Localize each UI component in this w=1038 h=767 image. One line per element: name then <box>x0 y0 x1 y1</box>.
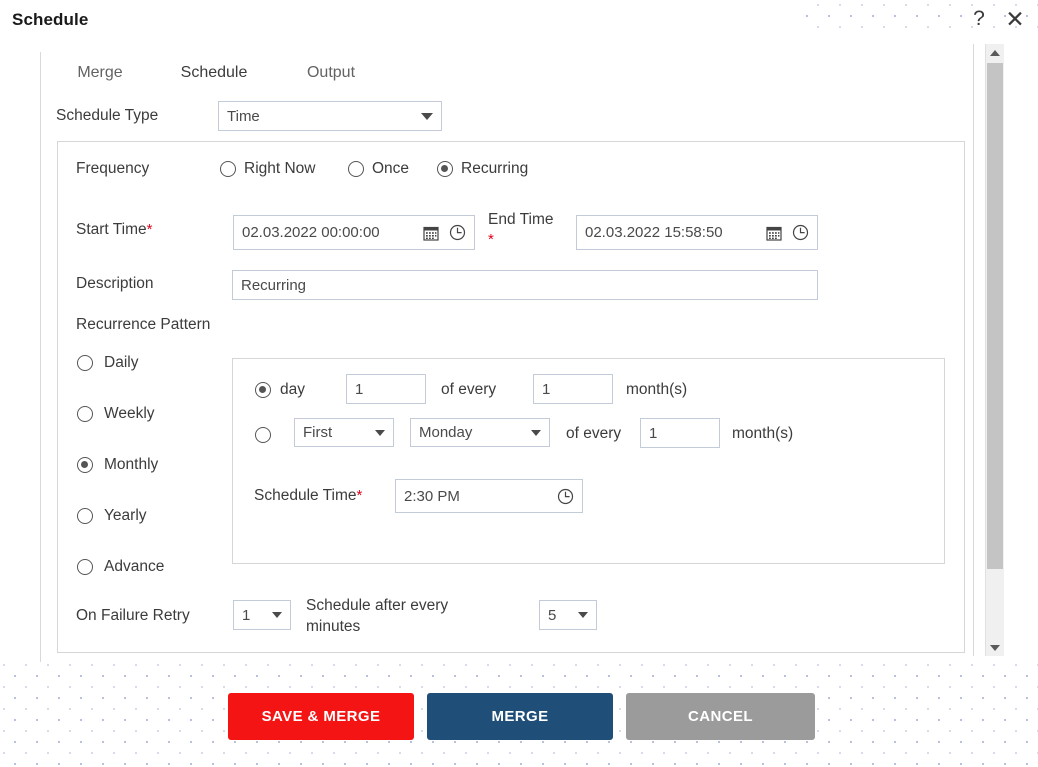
tab-merge[interactable]: Merge <box>56 53 144 93</box>
monthly-of-every-label-2: of every <box>566 425 622 442</box>
monthly-months-label-1: month(s) <box>626 381 688 398</box>
on-failure-retry-value: 1 <box>242 606 251 624</box>
radio-once-label: Once <box>372 160 410 177</box>
clock-icon[interactable] <box>449 224 466 241</box>
monthly-interval-value-1: 1 <box>542 380 551 398</box>
schedule-time-required-marker: * <box>356 487 363 504</box>
schedule-type-value: Time <box>227 107 260 125</box>
monthly-day-input[interactable]: 1 <box>346 374 426 404</box>
scroll-down-icon[interactable] <box>986 639 1004 656</box>
radio-daily-label: Daily <box>104 354 139 371</box>
schedule-time-label-text: Schedule Time <box>254 487 357 504</box>
start-time-required-marker: * <box>146 221 153 238</box>
help-icon[interactable]: ? <box>964 4 994 34</box>
monthly-weekday-select[interactable]: Monday <box>410 418 550 447</box>
start-time-input[interactable]: 02.03.2022 00:00:00 <box>233 215 475 250</box>
monthly-interval-input-1[interactable]: 1 <box>533 374 613 404</box>
schedule-after-every-label: Schedule after every minutes <box>306 597 449 635</box>
radio-recurring[interactable] <box>437 161 453 177</box>
schedule-type-select[interactable]: Time <box>218 101 442 131</box>
monthly-months-label-2: month(s) <box>732 425 794 442</box>
radio-advance[interactable] <box>77 559 93 575</box>
vertical-scrollbar[interactable] <box>985 44 1004 656</box>
page-title: Schedule <box>12 10 89 29</box>
save-and-merge-button[interactable]: SAVE & MERGE <box>228 693 414 740</box>
radio-yearly[interactable] <box>77 508 93 524</box>
schedule-after-every-value: 5 <box>548 606 557 624</box>
monthly-ordinal-select[interactable]: First <box>294 418 394 447</box>
recurrence-pattern-label: Recurrence Pattern <box>76 316 211 333</box>
calendar-icon[interactable] <box>766 225 782 241</box>
monthly-of-every-label-1: of every <box>441 381 497 398</box>
radio-monthly[interactable] <box>77 457 93 473</box>
app-root: Schedule ? ✕ Merge Schedule Output Sched… <box>0 0 1038 767</box>
tab-output[interactable]: Output <box>282 53 380 93</box>
cancel-button[interactable]: CANCEL <box>626 693 815 740</box>
monthly-ordinal-value: First <box>303 424 333 441</box>
radio-recurring-label: Recurring <box>461 160 529 177</box>
radio-once[interactable] <box>348 161 364 177</box>
end-time-label-text: End Time <box>488 211 554 228</box>
radio-monthly-day-mode[interactable] <box>255 382 271 398</box>
schedule-after-every-select[interactable]: 5 <box>539 600 597 630</box>
calendar-icon[interactable] <box>423 225 439 241</box>
titlebar-surface <box>0 0 798 36</box>
radio-right-now-label: Right Now <box>244 160 316 177</box>
start-time-value: 02.03.2022 00:00:00 <box>242 224 380 241</box>
start-time-label-text: Start Time <box>76 221 147 238</box>
schedule-time-label: Schedule Time* <box>254 487 362 505</box>
on-failure-retry-select[interactable]: 1 <box>233 600 291 630</box>
radio-right-now[interactable] <box>220 161 236 177</box>
radio-yearly-label: Yearly <box>104 507 147 524</box>
end-time-required-marker: * <box>488 231 494 248</box>
end-time-input[interactable]: 02.03.2022 15:58:50 <box>576 215 818 250</box>
end-time-label: End Time * <box>488 210 568 250</box>
monthly-day-label: day <box>280 381 305 398</box>
end-time-value: 02.03.2022 15:58:50 <box>585 224 723 241</box>
chevron-down-icon <box>531 429 541 436</box>
description-input[interactable]: Recurring <box>232 270 818 300</box>
scrollbar-thumb[interactable] <box>987 63 1003 569</box>
scroll-up-icon[interactable] <box>986 44 1004 61</box>
close-icon[interactable]: ✕ <box>1000 4 1030 34</box>
merge-button[interactable]: MERGE <box>427 693 613 740</box>
radio-weekly-label: Weekly <box>104 405 155 422</box>
clock-icon[interactable] <box>557 488 574 505</box>
clock-icon[interactable] <box>792 224 809 241</box>
description-label: Description <box>76 275 154 292</box>
scroll-rail <box>973 44 974 656</box>
schedule-time-input[interactable]: 2:30 PM <box>395 479 583 513</box>
chevron-down-icon <box>272 612 282 618</box>
radio-advance-label: Advance <box>104 558 165 575</box>
schedule-time-value: 2:30 PM <box>404 487 460 505</box>
start-time-label: Start Time* <box>76 221 152 239</box>
chevron-down-icon <box>421 112 433 120</box>
radio-daily[interactable] <box>77 355 93 371</box>
description-value: Recurring <box>241 276 307 294</box>
radio-monthly-ordinal-mode[interactable] <box>255 427 271 443</box>
monthly-interval-input-2[interactable]: 1 <box>640 418 720 448</box>
monthly-interval-value-2: 1 <box>649 424 658 442</box>
on-failure-retry-label: On Failure Retry <box>76 607 190 624</box>
radio-weekly[interactable] <box>77 406 93 422</box>
monthly-weekday-value: Monday <box>419 424 473 441</box>
schedule-type-label: Schedule Type <box>56 107 159 124</box>
chevron-down-icon <box>578 612 588 618</box>
frequency-label: Frequency <box>76 160 150 177</box>
tab-schedule[interactable]: Schedule <box>152 53 276 94</box>
chevron-down-icon <box>375 429 385 436</box>
monthly-day-value: 1 <box>355 380 364 398</box>
radio-monthly-label: Monthly <box>104 456 159 473</box>
